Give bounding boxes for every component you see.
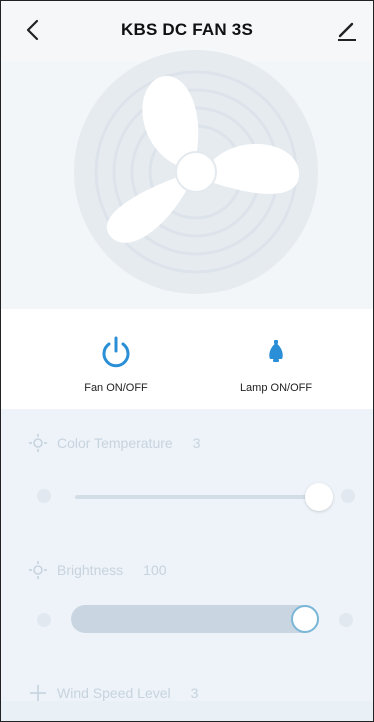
lamp-toggle-label: Lamp ON/OFF: [239, 382, 313, 394]
color-temperature-value: 3: [192, 435, 201, 451]
wind-icon: [30, 685, 46, 701]
wind-speed-value: 3: [190, 685, 199, 701]
wind-speed-label: Wind Speed Level: [57, 685, 171, 701]
brightness-header: Brightness 100: [29, 561, 167, 579]
fan-graphic-icon: [74, 50, 318, 294]
control-panel: Fan ON/OFF Lamp ON/OFF: [1, 309, 373, 409]
brightness-min-icon: [37, 613, 51, 627]
color-temperature-slider-knob[interactable]: [305, 483, 333, 511]
fan-toggle-label: Fan ON/OFF: [84, 382, 148, 394]
screen: { "header": { "title": "KBS DC FAN 3S" }…: [0, 0, 374, 722]
brightness-slider-knob[interactable]: [291, 605, 319, 633]
back-arrow-icon[interactable]: [21, 17, 47, 43]
color-temperature-slider-track[interactable]: [75, 495, 325, 499]
slider-max-icon: [341, 489, 355, 503]
fan-illustration: [1, 50, 373, 311]
color-temperature-header: Color Temperature 3: [29, 434, 200, 452]
brightness-label: Brightness: [57, 562, 124, 578]
wind-speed-header: Wind Speed Level 3: [29, 684, 198, 702]
device-title: KBS DC FAN 3S: [120, 20, 253, 39]
power-icon: [102, 336, 130, 368]
brightness-value: 100: [143, 562, 167, 578]
lamp-icon: [269, 340, 283, 362]
color-temperature-label: Color Temperature: [57, 435, 173, 451]
settings-panel: Color Temperature 3 Brightness 100 Wind …: [1, 409, 373, 701]
lamp-toggle-button[interactable]: Lamp ON/OFF: [201, 309, 351, 409]
brightness-slider[interactable]: [71, 605, 319, 633]
bottom-area: [1, 701, 373, 721]
fan-toggle-button[interactable]: Fan ON/OFF: [41, 309, 191, 409]
sun-icon: [29, 434, 47, 452]
brightness-icon: [29, 561, 47, 579]
slider-min-icon: [37, 489, 51, 503]
edit-pencil-icon[interactable]: [335, 19, 359, 43]
brightness-max-icon: [339, 613, 353, 627]
